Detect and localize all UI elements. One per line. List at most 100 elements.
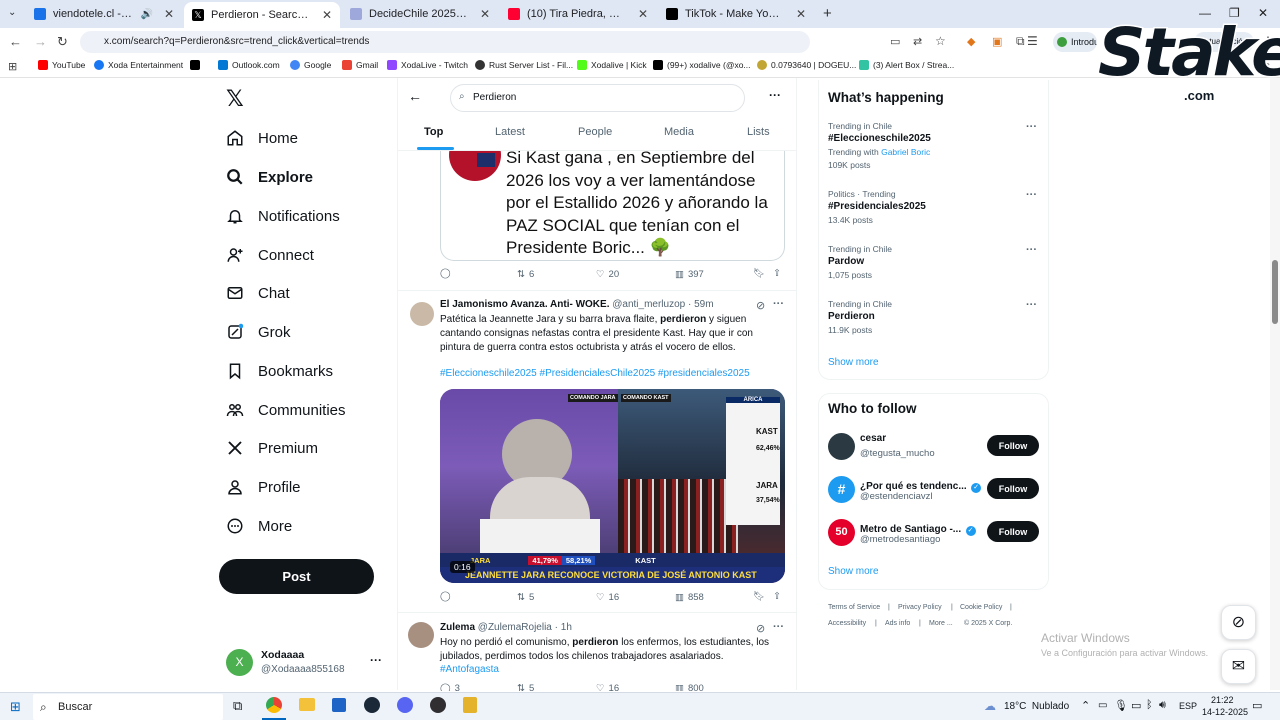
clock-date[interactable]: 14-12-2025 (1202, 707, 1248, 717)
notifications-icon[interactable]: ▭ (1252, 699, 1262, 712)
tab-tiktok[interactable]: TikTok - Make Your Day ✕ (658, 2, 814, 26)
follow-suggestion[interactable]: cesar @tegusta_mucho (828, 432, 978, 462)
nav-communities[interactable]: Communities (226, 395, 346, 425)
nav-more[interactable]: More (226, 511, 292, 541)
close-tab-icon[interactable]: ✕ (796, 7, 806, 21)
post-more-icon[interactable]: ··· (773, 298, 784, 310)
footer-accessibility[interactable]: Accessibility (828, 620, 866, 627)
bookmark-youtube[interactable]: YouTube (38, 60, 85, 70)
trend-more-icon[interactable]: ··· (1026, 121, 1037, 133)
obs-icon[interactable] (430, 697, 446, 713)
back-arrow-icon[interactable]: ← (408, 88, 422, 104)
nav-chat[interactable]: Chat (226, 278, 290, 308)
trend-more-icon[interactable]: ··· (1026, 189, 1037, 201)
like-button[interactable]: ♡ 16 (596, 683, 619, 691)
trend-more-icon[interactable]: ··· (1026, 244, 1037, 256)
tab-viendotele[interactable]: viendotele.cl - Radios y can 🔊 ✕ (26, 2, 182, 26)
post-more-icon[interactable]: ··· (773, 621, 784, 633)
follow-button[interactable]: Follow (987, 521, 1039, 542)
page-scrollbar-thumb[interactable] (1272, 260, 1278, 324)
volume-icon[interactable]: 🔊︎ (1159, 699, 1166, 712)
post-author-name[interactable]: Zulema (440, 622, 475, 633)
task-view-icon[interactable]: ⧉ (233, 698, 242, 714)
tab-lists[interactable]: Lists (747, 126, 770, 138)
url-bar[interactable]: x.com/search?q=Perdieron&src=trend_click… (80, 31, 810, 53)
bookmark-button[interactable]: 🔖︎ (753, 591, 765, 602)
views-button[interactable]: ▥ 800 (675, 683, 704, 691)
retweet-button[interactable]: ⇅ 5 (517, 683, 534, 691)
close-tab-icon[interactable]: ✕ (638, 7, 648, 21)
tab-decidechile[interactable]: DecideChile 2025 - La elección ✕ (342, 2, 498, 26)
share-button[interactable]: ⇪ (773, 268, 781, 279)
chrome-taskbar-icon[interactable] (266, 697, 282, 713)
grok-floating-button[interactable]: ⊘ (1221, 605, 1256, 640)
nav-notifications[interactable]: Notifications (226, 201, 340, 231)
tab-latest[interactable]: Latest (495, 126, 525, 138)
close-tab-icon[interactable]: ✕ (164, 7, 174, 21)
weather-text[interactable]: 18°C Nublado (1004, 701, 1069, 712)
microphone-icon[interactable]: 🎙︎ (1114, 699, 1128, 712)
bookmark-tiktok[interactable]: (99+) xodalive (@xo... (653, 60, 751, 70)
steam-icon[interactable] (364, 697, 380, 713)
post-time[interactable]: · 59m (688, 299, 714, 310)
grok-explain-icon[interactable]: ⊘ (756, 299, 765, 312)
close-tab-icon[interactable]: ✕ (480, 7, 490, 21)
post-author-handle[interactable]: @ZulemaRojelia (478, 622, 552, 633)
nav-premium[interactable]: Premium (226, 433, 318, 463)
bookmark-rust[interactable]: Rust Server List - Fil... (475, 60, 573, 70)
nav-connect[interactable]: Connect (226, 240, 314, 270)
search-options-icon[interactable]: ··· (769, 88, 781, 102)
bookmark-outlook[interactable]: Outlook.com (218, 60, 280, 70)
trend-item[interactable]: Trending in Chile Pardow 1,075 posts ··· (828, 244, 1040, 288)
windows-start-icon[interactable]: ⊞ (10, 699, 21, 715)
page-scrollbar-track[interactable] (1270, 78, 1280, 690)
views-button[interactable]: ▥ 397 (675, 269, 704, 280)
views-button[interactable]: ▥ 858 (675, 592, 704, 603)
trends-show-more-link[interactable]: Show more (828, 357, 879, 368)
reading-list-icon[interactable]: ☰ (1027, 34, 1038, 48)
back-icon[interactable]: ← (9, 34, 22, 49)
cast-icon[interactable]: ▭ (890, 35, 900, 48)
quoted-post-card[interactable]: Si Kast gana , en Septiembre del 2026 lo… (440, 151, 785, 261)
tray-chevron-icon[interactable]: ⌃ (1081, 699, 1090, 712)
reply-button[interactable]: ◯ 3 (440, 683, 460, 691)
file-explorer-icon[interactable] (299, 698, 315, 711)
x-logo-home-link[interactable]: 𝕏 (226, 86, 244, 112)
profile-chip[interactable]: Introdu (1053, 32, 1097, 52)
footer-more[interactable]: More ... (929, 620, 953, 627)
grok-explain-icon[interactable]: ⊘ (756, 622, 765, 635)
follow-button[interactable]: Follow (987, 435, 1039, 456)
tab-people[interactable]: People (578, 126, 612, 138)
apps-grid-icon[interactable]: ⊞ (8, 60, 17, 73)
bookmark-doge[interactable]: 0.0793640 | DOGEU... (757, 60, 856, 70)
bookmark-google[interactable]: Google (290, 60, 331, 70)
tab-youtube[interactable]: (10) Tira Piedra, Kuka Tira Piedra ✕ (500, 2, 656, 26)
extensions-puzzle-icon[interactable]: ⧉ (1016, 34, 1025, 49)
trend-with-link[interactable]: Gabriel Boric (881, 147, 930, 157)
tab-top[interactable]: Top (424, 126, 443, 138)
tab-list-dropdown-icon[interactable]: ⌄ (8, 7, 16, 18)
post-button[interactable]: Post (219, 559, 374, 594)
footer-ads-info[interactable]: Ads info (885, 620, 910, 627)
follow-show-more-link[interactable]: Show more (828, 566, 879, 577)
trend-more-icon[interactable]: ··· (1026, 299, 1037, 311)
bookmark-gmail[interactable]: Gmail (342, 60, 378, 70)
input-language[interactable]: ESP (1179, 701, 1197, 711)
taskbar-search[interactable]: ⌕ Buscar (33, 694, 223, 720)
trend-item[interactable]: Trending in Chile #Eleccioneschile2025 T… (828, 121, 1040, 179)
account-switcher[interactable]: X Xodaaaa @Xodaaaa855168 ··· (226, 647, 386, 681)
nav-home[interactable]: Home (226, 123, 298, 153)
post-hashtags[interactable]: #Antofagasta (440, 663, 499, 677)
share-button[interactable]: ⇪ (773, 591, 781, 602)
bookmark-xoda-entertainment[interactable]: Xoda Entertainment (94, 60, 183, 70)
post-video[interactable]: COMANDO JARA COMANDO KAST ARICA KAST 62,… (440, 389, 785, 583)
like-button[interactable]: ♡ 20 (596, 269, 619, 280)
like-button[interactable]: ♡ 16 (596, 592, 619, 603)
bookmark-twitch[interactable]: XodaLive - Twitch (387, 60, 468, 70)
bluetooth-icon[interactable]: ᛒ (1146, 699, 1153, 711)
nav-grok[interactable]: Grok (226, 317, 291, 347)
metamask-extension-icon[interactable]: ◆ (967, 35, 975, 48)
bookmark-button[interactable]: 🔖︎ (753, 268, 765, 279)
footer-privacy[interactable]: Privacy Policy (898, 604, 942, 611)
weather-icon[interactable]: ☁ (984, 699, 996, 713)
